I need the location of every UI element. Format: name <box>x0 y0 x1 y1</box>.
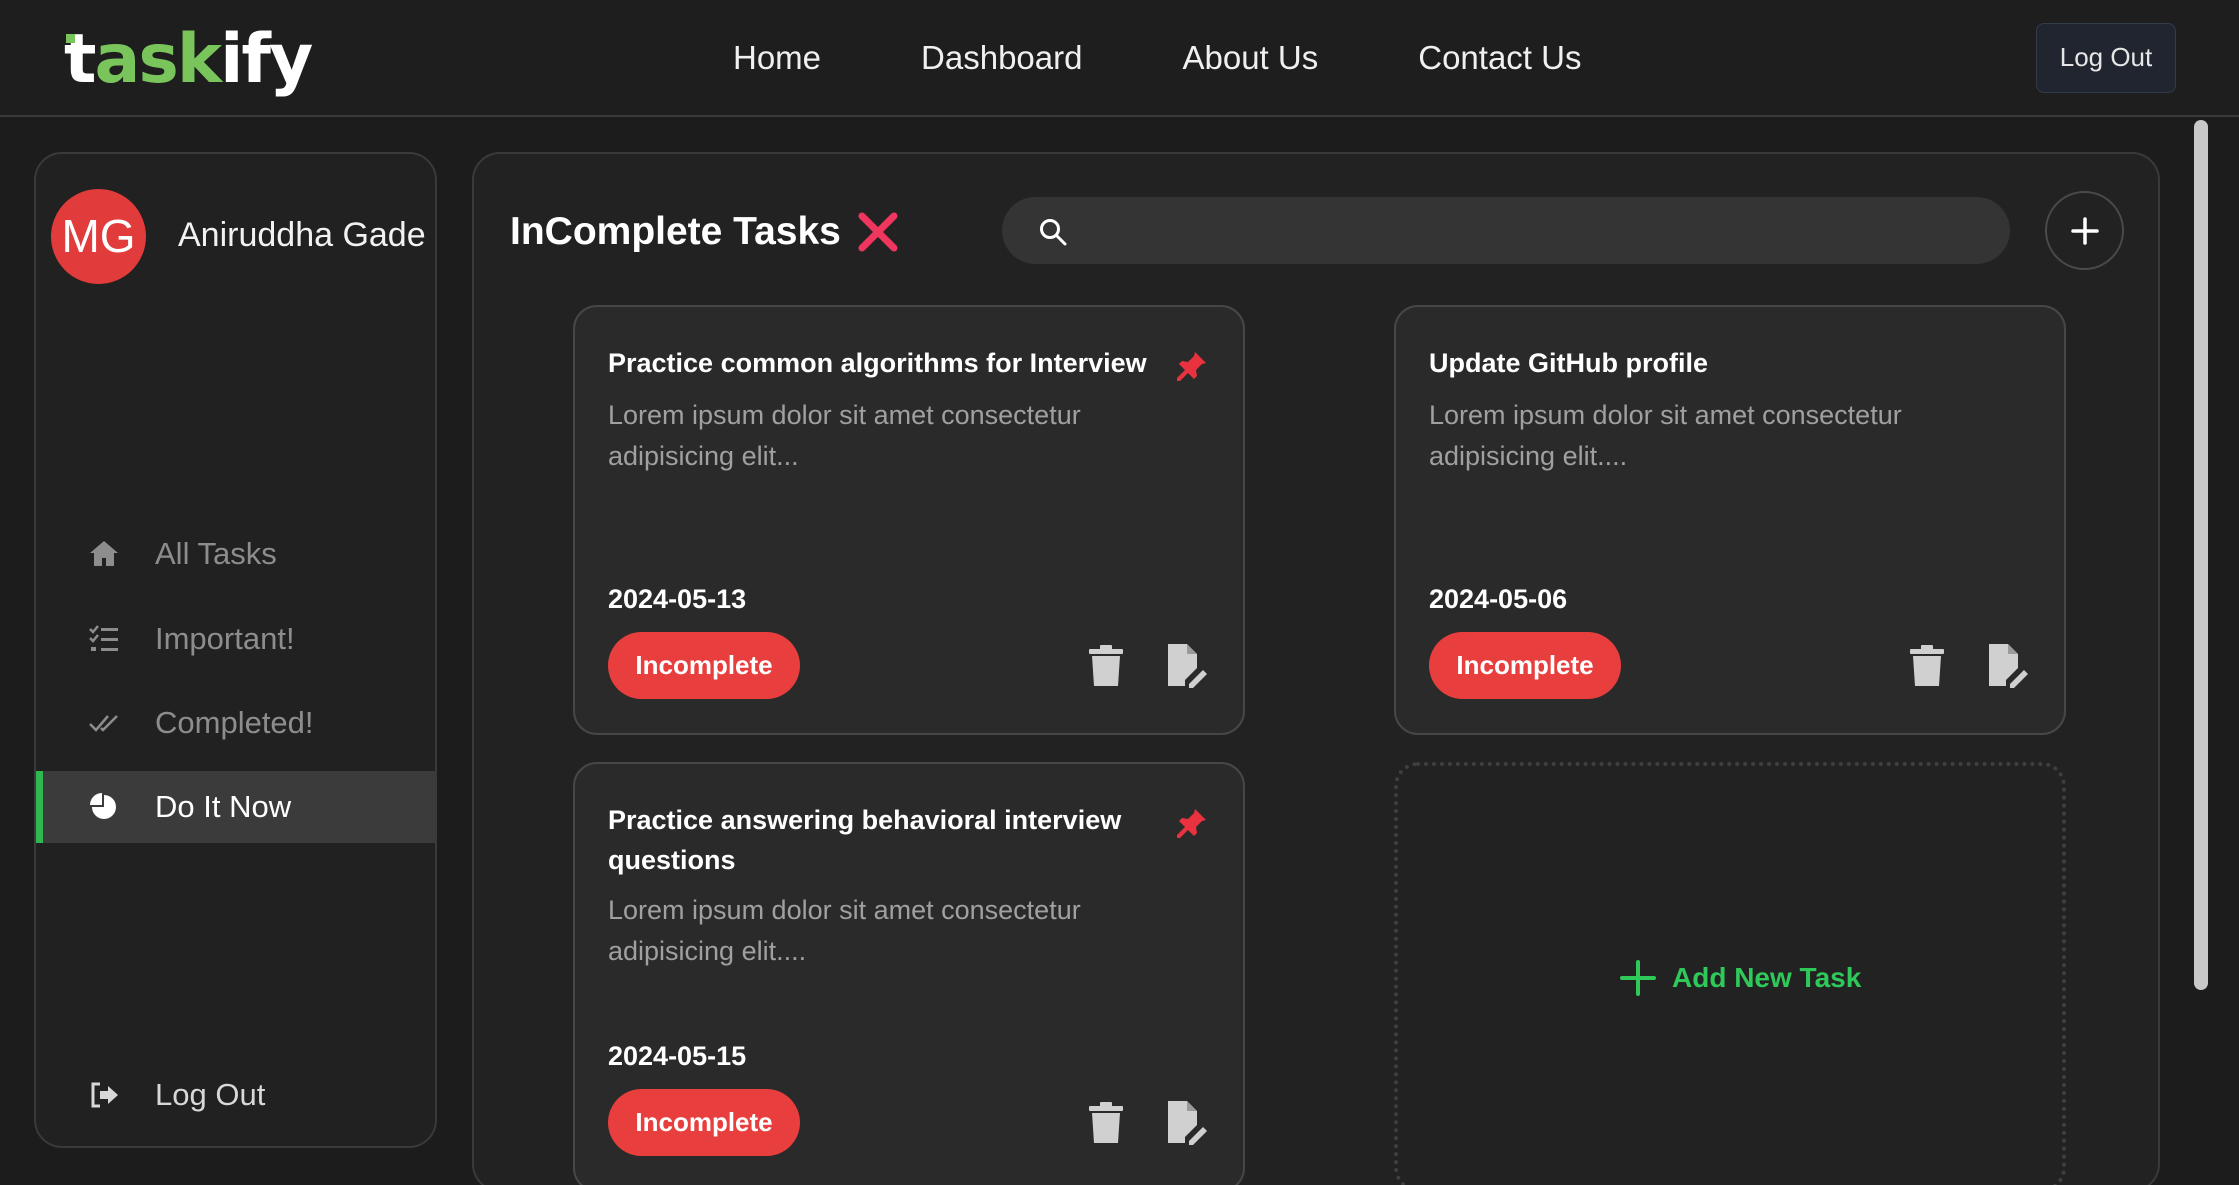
task-description: Lorem ipsum dolor sit amet consectetur a… <box>608 895 1081 966</box>
task-title: Practice answering behavioral interview … <box>608 805 1122 875</box>
sidebar-logout-label: Log Out <box>155 1077 266 1112</box>
nav-link-dashboard[interactable]: Dashboard <box>921 30 1082 86</box>
top-navbar: taskify Home Dashboard About Us Contact … <box>0 0 2239 117</box>
logo-ify: ify <box>220 20 313 99</box>
task-card: Practice answering behavioral interview … <box>573 762 1245 1185</box>
logo-wordmark: taskify <box>64 12 313 107</box>
plus-icon <box>1620 960 1656 996</box>
status-button[interactable]: Incomplete <box>608 1089 800 1156</box>
sidebar-item-completed[interactable]: Completed! <box>36 687 435 759</box>
add-new-task-label: Add New Task <box>1672 962 1862 993</box>
add-new-task-card[interactable]: Add New Task <box>1394 762 2066 1185</box>
trash-icon[interactable] <box>1907 644 1947 688</box>
sidebar-item-do-it-now[interactable]: Do It Now <box>36 771 435 843</box>
nav-link-contact-us[interactable]: Contact Us <box>1418 30 1581 86</box>
add-task-button[interactable] <box>2045 191 2124 270</box>
sidebar-item-label: Completed! <box>155 705 314 740</box>
sidebar-item-all-tasks[interactable]: All Tasks <box>36 518 435 590</box>
task-card: Update GitHub profile Lorem ipsum dolor … <box>1394 305 2066 735</box>
close-x-icon <box>856 210 900 254</box>
task-date: 2024-05-06 <box>1429 584 1568 614</box>
task-date: 2024-05-15 <box>608 1041 747 1071</box>
pin-icon[interactable] <box>1175 806 1209 840</box>
sidebar: MG Aniruddha Gade All Tasks Important! C… <box>34 152 437 1148</box>
logo-ask: ask <box>94 20 223 99</box>
taskify-logo[interactable]: taskify <box>64 12 313 107</box>
double-check-icon <box>88 707 120 739</box>
trash-icon[interactable] <box>1086 1101 1126 1145</box>
logout-icon <box>88 1079 120 1111</box>
pin-icon[interactable] <box>1175 349 1209 383</box>
sidebar-item-important[interactable]: Important! <box>36 603 435 675</box>
status-button[interactable]: Incomplete <box>608 632 800 699</box>
avatar: MG <box>51 189 146 284</box>
task-title: Update GitHub profile <box>1429 348 1708 378</box>
navbar-logout-button[interactable]: Log Out <box>2036 23 2176 93</box>
search-bar <box>1002 197 2010 264</box>
main-panel: InComplete Tasks Practice common algorit… <box>472 152 2160 1185</box>
sidebar-item-label: Important! <box>155 621 295 656</box>
task-description: Lorem ipsum dolor sit amet consectetur a… <box>1429 400 1902 471</box>
edit-file-icon[interactable] <box>1986 642 2028 688</box>
logo-dot <box>66 34 75 43</box>
trash-icon[interactable] <box>1086 644 1126 688</box>
edit-file-icon[interactable] <box>1165 642 1207 688</box>
list-check-icon <box>88 623 120 655</box>
sidebar-item-label: All Tasks <box>155 536 277 571</box>
sidebar-item-label: Do It Now <box>155 789 292 824</box>
task-card: Practice common algorithms for Interview… <box>573 305 1245 735</box>
nav-links: Home Dashboard About Us Contact Us <box>733 30 1581 86</box>
search-input[interactable] <box>1086 197 1986 264</box>
nav-link-home[interactable]: Home <box>733 30 821 86</box>
pie-chart-icon <box>88 791 120 823</box>
nav-link-about-us[interactable]: About Us <box>1182 30 1318 86</box>
search-icon <box>1038 217 1068 247</box>
home-icon <box>88 538 120 570</box>
edit-file-icon[interactable] <box>1165 1099 1207 1145</box>
task-date: 2024-05-13 <box>608 584 747 614</box>
logo-t: t <box>64 20 96 99</box>
page-title: InComplete Tasks <box>510 210 841 253</box>
username: Aniruddha Gade <box>178 216 426 254</box>
task-description: Lorem ipsum dolor sit amet consectetur a… <box>608 400 1081 471</box>
plus-icon <box>2071 217 2099 245</box>
status-button[interactable]: Incomplete <box>1429 632 1621 699</box>
sidebar-logout-button[interactable]: Log Out <box>36 1059 435 1131</box>
task-title: Practice common algorithms for Interview <box>608 348 1147 378</box>
page-scrollbar[interactable] <box>2194 120 2208 990</box>
